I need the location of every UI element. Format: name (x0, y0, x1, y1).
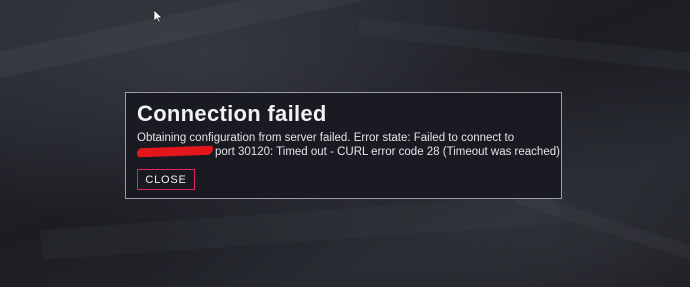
message-line-2-wrapper: port 30120: Timed out - CURL error code … (136, 145, 560, 159)
background-streak (358, 18, 690, 76)
connection-error-dialog: Connection failed Obtaining configuratio… (125, 92, 562, 199)
message-line-2: port 30120: Timed out - CURL error code … (215, 146, 560, 158)
dialog-title: Connection failed (137, 101, 327, 126)
background-streak (515, 190, 690, 272)
redaction-mark (136, 146, 214, 158)
message-line-1: Obtaining configuration from server fail… (137, 132, 515, 144)
background-streak (40, 193, 561, 260)
mouse-pointer-icon (153, 9, 163, 23)
close-button[interactable]: CLOSE (137, 169, 195, 190)
background-streak (0, 0, 377, 86)
dialog-message: Obtaining configuration from server fail… (136, 131, 560, 159)
